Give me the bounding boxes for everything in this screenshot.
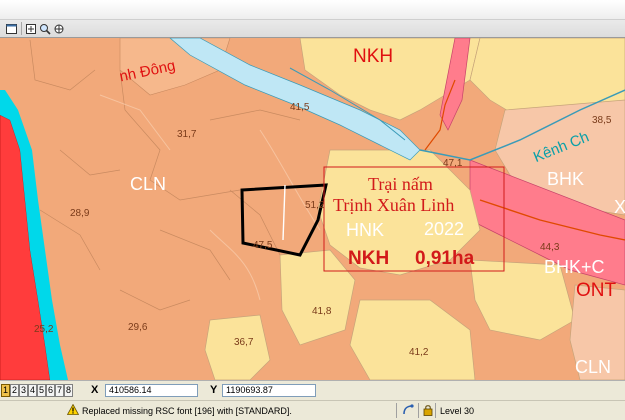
- coordinate-bar: 1 2 3 4 5 6 7 8 X 410586.14 Y 1190693.87: [0, 380, 625, 400]
- level-indicator[interactable]: Level 30: [440, 406, 474, 416]
- status-separator: [396, 403, 397, 418]
- view-button-7[interactable]: 7: [55, 384, 64, 397]
- nkh-main-label: NKH: [348, 248, 389, 269]
- status-separator: [418, 403, 419, 418]
- title-line2: Trịnh Xuân Linh: [333, 195, 454, 215]
- nkh-top-label: NKH: [353, 46, 393, 67]
- x-coordinate-field[interactable]: 410586.14: [105, 384, 198, 397]
- main-toolbar: [0, 0, 625, 38]
- view-button-4[interactable]: 4: [28, 384, 37, 397]
- window-icon[interactable]: [4, 22, 18, 36]
- x-coordinate-label: X: [91, 384, 99, 396]
- lock-icon[interactable]: [423, 404, 433, 418]
- status-message: Replaced missing RSC font [196] with [ST…: [82, 406, 292, 416]
- pan-icon[interactable]: [52, 22, 66, 36]
- cln-left-label: CLN: [130, 174, 166, 194]
- toolbar-separator: [21, 22, 22, 35]
- hnk-label: HNK: [346, 220, 384, 240]
- snap-icon[interactable]: [402, 404, 414, 418]
- view-button-2[interactable]: 2: [10, 384, 19, 397]
- toolbar-top-band: [0, 0, 625, 20]
- view-button-5[interactable]: 5: [37, 384, 46, 397]
- elevation-label: 41,5: [290, 102, 310, 113]
- elevation-label: 29,6: [128, 322, 148, 333]
- elevation-label: 44,3: [540, 242, 560, 253]
- view-button-6[interactable]: 6: [46, 384, 55, 397]
- x-mark-label: X: [614, 197, 625, 217]
- view-button-1[interactable]: 1: [1, 384, 10, 397]
- y-coordinate-field[interactable]: 1190693.87: [222, 384, 316, 397]
- elevation-label: 38,5: [592, 115, 612, 126]
- zoom-icon[interactable]: [38, 22, 52, 36]
- area-label: 0,91ha: [415, 248, 475, 269]
- warning-icon: [66, 403, 80, 417]
- y-coordinate-label: Y: [210, 384, 218, 396]
- title-line1: Trại nấm: [368, 174, 433, 194]
- bhk-c-label: BHK+C: [544, 257, 605, 277]
- view-button-8[interactable]: 8: [64, 384, 73, 397]
- elevation-label: 28,9: [70, 208, 90, 219]
- elevation-label: 41,8: [312, 306, 332, 317]
- elevation-label: 41,2: [409, 347, 429, 358]
- elevation-label: 51,2: [305, 200, 325, 211]
- fit-view-icon[interactable]: [24, 22, 38, 36]
- year-label: 2022: [424, 219, 464, 239]
- elevation-label: 36,7: [234, 337, 254, 348]
- elevation-label: 47,1: [443, 158, 463, 169]
- map-view[interactable]: nh Đông Kênh Ch NKH CLN CLN BHK BHK+C ON…: [0, 38, 625, 380]
- status-separator: [435, 403, 436, 418]
- status-bar: Replaced missing RSC font [196] with [ST…: [0, 400, 625, 420]
- cln-bottom-right-label: CLN: [575, 357, 611, 377]
- elevation-label: 31,7: [177, 129, 197, 140]
- view-button-3[interactable]: 3: [19, 384, 28, 397]
- elevation-label: 47,5: [253, 240, 273, 251]
- ont-label: ONT: [576, 280, 617, 301]
- elevation-label: 25,2: [34, 324, 54, 335]
- bhk-label: BHK: [547, 169, 584, 189]
